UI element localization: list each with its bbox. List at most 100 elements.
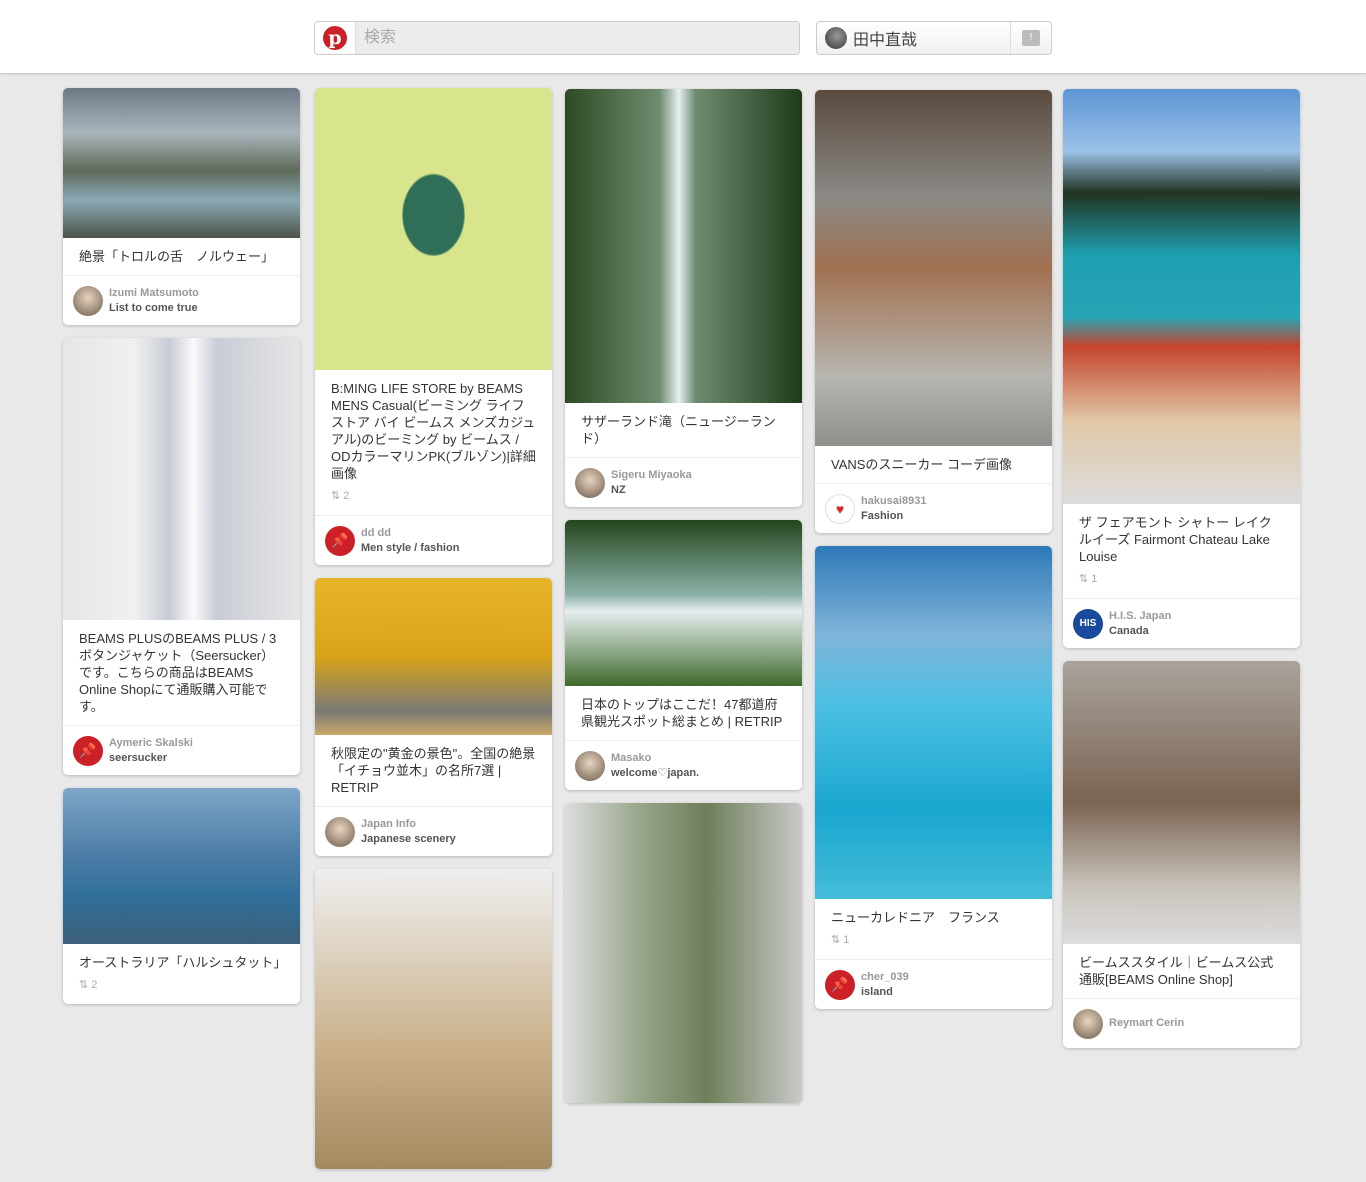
pin-image[interactable] — [315, 578, 552, 735]
pin-avatar-icon[interactable]: 📌 — [73, 735, 103, 766]
top-bar: p 田中直哉 ! — [0, 0, 1366, 74]
board-name[interactable]: seersucker — [109, 751, 193, 766]
board-name[interactable]: Men style / fashion — [361, 541, 459, 556]
pin-description: ザ フェアモント シャトー レイクルイーズ Fairmont Chateau L… — [1063, 504, 1300, 598]
pin-title: B:MING LIFE STORE by BEAMS MENS Casual(ビ… — [331, 381, 536, 481]
pinner-name[interactable]: dd dd — [361, 526, 459, 541]
pin-attribution[interactable]: 📌 dd dd Men style / fashion — [315, 515, 552, 565]
board-name[interactable]: Canada — [1109, 624, 1171, 639]
pin-description: 絶景「トロルの舌 ノルウェー」 — [63, 238, 300, 275]
pin-description: ビームススタイル｜ビームス公式通販[BEAMS Online Shop] — [1063, 944, 1300, 998]
user-profile-button[interactable]: 田中直哉 — [817, 22, 1010, 54]
pin-card[interactable]: ザ フェアモント シャトー レイクルイーズ Fairmont Chateau L… — [1063, 89, 1300, 648]
pinner-name[interactable]: Sigeru Miyaoka — [611, 468, 692, 483]
pin-description: 日本のトップはここだ！47都道府県観光スポット総まとめ | RETRIP — [565, 686, 802, 740]
pinner-name[interactable]: H.I.S. Japan — [1109, 609, 1171, 624]
pin-attribution[interactable]: 📌 Aymeric Skalski seersucker — [63, 725, 300, 775]
pin-title: 秋限定の"黄金の景色"。全国の絶景「イチョウ並木」の名所7選 | RETRIP — [331, 746, 536, 795]
board-name[interactable]: welcome♡japan. — [611, 766, 699, 781]
pin-title: BEAMS PLUSのBEAMS PLUS / 3ボタンジャケット（Seersu… — [79, 631, 277, 714]
pin-description: B:MING LIFE STORE by BEAMS MENS Casual(ビ… — [315, 370, 552, 515]
pin-avatar-icon[interactable]: 📌 — [825, 969, 855, 1000]
pin-title: ビームススタイル｜ビームス公式通販[BEAMS Online Shop] — [1079, 955, 1274, 987]
pin-description: ニューカレドニア フランス ⇅ 1 — [815, 899, 1052, 959]
repin-icon: ⇅ — [1079, 573, 1092, 585]
pinterest-logo[interactable]: p — [315, 22, 356, 54]
pin-image[interactable] — [815, 90, 1052, 446]
pin-image[interactable] — [815, 546, 1052, 899]
pin-card[interactable]: サザーランド滝（ニュージーランド） Sigeru Miyaoka NZ — [565, 89, 802, 507]
pin-attribution[interactable]: HIS H.I.S. Japan Canada — [1063, 598, 1300, 648]
pin-attribution[interactable]: Reymart Cerin — [1063, 998, 1300, 1048]
pin-title: ニューカレドニア フランス — [831, 910, 1000, 925]
pin-card[interactable]: ビームススタイル｜ビームス公式通販[BEAMS Online Shop] Reym… — [1063, 661, 1300, 1048]
pin-description: 秋限定の"黄金の景色"。全国の絶景「イチョウ並木」の名所7選 | RETRIP — [315, 735, 552, 806]
repin-count-value: 1 — [1091, 573, 1098, 585]
user-avatar[interactable]: HIS — [1073, 608, 1103, 639]
pin-column: VANSのスニーカー コーデ画像 ♥ hakusai8931 Fashion ニューカレ… — [815, 90, 1052, 1022]
pinner-name[interactable]: cher_039 — [861, 970, 909, 985]
pin-attribution[interactable]: Masako welcome♡japan. — [565, 740, 802, 790]
pin-card[interactable]: BEAMS PLUSのBEAMS PLUS / 3ボタンジャケット（Seersu… — [63, 338, 300, 775]
user-avatar[interactable] — [325, 816, 355, 847]
pinner-name[interactable]: Masako — [611, 751, 699, 766]
user-name: 田中直哉 — [853, 32, 918, 49]
repin-count-value: 2 — [91, 979, 98, 991]
user-avatar[interactable] — [575, 750, 605, 781]
pin-attribution[interactable]: Japan Info Japanese scenery — [315, 806, 552, 856]
repin-count-value: 1 — [843, 934, 850, 946]
pin-image[interactable] — [1063, 89, 1300, 504]
pin-column: 絶景「トロルの舌 ノルウェー」 Izumi Matsumoto List to co… — [63, 88, 300, 1017]
pin-description: BEAMS PLUSのBEAMS PLUS / 3ボタンジャケット（Seersu… — [63, 620, 300, 725]
repin-icon: ⇅ — [331, 490, 344, 502]
board-name[interactable]: Fashion — [861, 509, 926, 524]
pin-card[interactable]: 日本のトップはここだ！47都道府県観光スポット総まとめ | RETRIP Masa… — [565, 520, 802, 790]
pin-attribution[interactable]: 📌 cher_039 island — [815, 959, 1052, 1009]
pin-description: VANSのスニーカー コーデ画像 — [815, 446, 1052, 483]
pin-attribution[interactable]: ♥ hakusai8931 Fashion — [815, 483, 1052, 533]
pin-image[interactable] — [565, 803, 802, 1103]
user-avatar[interactable]: ♥ — [825, 493, 855, 524]
repin-count: ⇅ 1 — [831, 932, 1036, 949]
repin-icon: ⇅ — [831, 934, 844, 946]
pin-title: オーストラリア「ハルシュタット」 — [79, 955, 287, 970]
pin-avatar-icon[interactable]: 📌 — [325, 525, 355, 556]
board-name[interactable]: island — [861, 985, 909, 1000]
pin-title: 日本のトップはここだ！47都道府県観光スポット総まとめ | RETRIP — [581, 697, 783, 729]
pinner-name[interactable]: Aymeric Skalski — [109, 736, 193, 751]
user-avatar[interactable] — [575, 467, 605, 498]
search-input[interactable] — [356, 22, 799, 54]
pinner-name[interactable]: Japan Info — [361, 817, 456, 832]
pinterest-logo-icon: p — [323, 26, 347, 50]
pinner-name[interactable]: Izumi Matsumoto — [109, 286, 199, 301]
pin-image[interactable] — [565, 89, 802, 403]
user-avatar[interactable] — [73, 285, 103, 316]
repin-count: ⇅ 2 — [331, 488, 536, 505]
pin-attribution[interactable]: Sigeru Miyaoka NZ — [565, 457, 802, 507]
pin-card[interactable]: オーストラリア「ハルシュタット」 ⇅ 2 — [63, 788, 300, 1004]
board-name[interactable]: NZ — [611, 483, 692, 498]
repin-count: ⇅ 1 — [1079, 571, 1284, 588]
pin-card[interactable]: 絶景「トロルの舌 ノルウェー」 Izumi Matsumoto List to co… — [63, 88, 300, 325]
pin-title: サザーランド滝（ニュージーランド） — [581, 414, 776, 446]
pin-image[interactable] — [63, 788, 300, 944]
user-avatar — [825, 27, 847, 49]
pin-card[interactable]: VANSのスニーカー コーデ画像 ♥ hakusai8931 Fashion — [815, 90, 1052, 533]
pin-image[interactable] — [565, 520, 802, 686]
board-name[interactable]: List to come true — [109, 301, 199, 316]
pin-image[interactable] — [63, 338, 300, 620]
pin-card[interactable]: 秋限定の"黄金の景色"。全国の絶景「イチョウ並木」の名所7選 | RETRIP J… — [315, 578, 552, 856]
pin-card[interactable]: B:MING LIFE STORE by BEAMS MENS Casual(ビ… — [315, 88, 552, 565]
pin-image[interactable] — [315, 869, 552, 1169]
board-name[interactable]: Japanese scenery — [361, 832, 456, 847]
pin-image[interactable] — [315, 88, 552, 370]
pin-image[interactable] — [63, 88, 300, 238]
pin-card[interactable] — [565, 803, 802, 1103]
pinner-name[interactable]: hakusai8931 — [861, 494, 926, 509]
pin-image[interactable] — [1063, 661, 1300, 944]
pin-description: サザーランド滝（ニュージーランド） — [565, 403, 802, 457]
pin-card[interactable] — [315, 869, 552, 1169]
pin-card[interactable]: ニューカレドニア フランス ⇅ 1 📌 cher_039 island — [815, 546, 1052, 1009]
notifications-button[interactable]: ! — [1010, 22, 1051, 54]
pin-attribution[interactable]: Izumi Matsumoto List to come true — [63, 275, 300, 325]
